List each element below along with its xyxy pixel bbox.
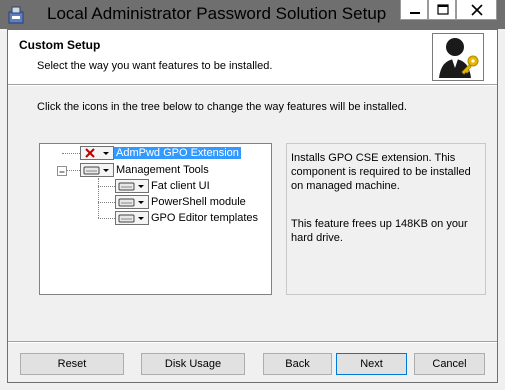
minimize-button[interactable] bbox=[400, 0, 428, 20]
tree-item-label: AdmPwd GPO Extension bbox=[114, 147, 241, 159]
tree-item-fat-client-ui[interactable]: Fat client UI bbox=[151, 179, 210, 193]
feature-state-dropdown[interactable] bbox=[80, 146, 114, 160]
drive-icon bbox=[118, 198, 144, 207]
dropdown-arrow-icon bbox=[103, 152, 109, 155]
tree-connector bbox=[66, 170, 80, 171]
feature-state-dropdown[interactable] bbox=[80, 163, 114, 177]
feature-disk-space: This feature frees up 148KB on your hard… bbox=[291, 218, 468, 244]
back-button[interactable]: Back bbox=[263, 353, 332, 375]
feature-state-dropdown[interactable] bbox=[115, 211, 149, 225]
feature-state-dropdown[interactable] bbox=[115, 195, 149, 209]
next-button[interactable]: Next bbox=[336, 353, 407, 375]
tree-connector bbox=[98, 186, 115, 187]
tree-connector bbox=[98, 202, 115, 203]
tree-item-management-tools[interactable]: Management Tools bbox=[116, 163, 209, 177]
feature-description: Installs GPO CSE extension. This compone… bbox=[291, 152, 471, 192]
admin-key-logo bbox=[432, 33, 484, 81]
maximize-icon bbox=[437, 4, 449, 15]
close-button[interactable] bbox=[456, 0, 497, 20]
reset-button[interactable]: Reset bbox=[20, 353, 124, 375]
instructions-text: Click the icons in the tree below to cha… bbox=[37, 101, 407, 113]
minimize-icon bbox=[410, 12, 420, 14]
admin-key-icon bbox=[439, 38, 479, 78]
tree-item-powershell-module[interactable]: PowerShell module bbox=[151, 195, 246, 209]
page-title: Custom Setup bbox=[19, 38, 101, 52]
collapse-toggle[interactable] bbox=[57, 166, 67, 176]
tree-connector bbox=[98, 218, 115, 219]
drive-icon bbox=[118, 214, 144, 223]
button-divider bbox=[8, 341, 497, 343]
cancel-button[interactable]: Cancel bbox=[414, 353, 485, 375]
feature-state-dropdown[interactable] bbox=[115, 179, 149, 193]
tree-connector bbox=[98, 178, 99, 218]
tree-item-admpwd-gpo-extension[interactable]: AdmPwd GPO Extension bbox=[114, 146, 241, 160]
tree-connector bbox=[62, 153, 80, 154]
drive-icon bbox=[83, 166, 109, 175]
drive-icon bbox=[118, 182, 144, 191]
disk-usage-button[interactable]: Disk Usage bbox=[141, 353, 245, 375]
close-icon bbox=[471, 4, 483, 16]
banner-divider bbox=[8, 84, 497, 86]
cross-icon bbox=[85, 148, 109, 158]
installer-app-icon bbox=[8, 6, 24, 24]
tree-item-gpo-editor-templates[interactable]: GPO Editor templates bbox=[151, 211, 258, 225]
page-subtitle: Select the way you want features to be i… bbox=[37, 60, 273, 72]
maximize-button[interactable] bbox=[428, 0, 456, 20]
minus-icon bbox=[59, 171, 65, 173]
window-title: Local Administrator Password Solution Se… bbox=[47, 4, 387, 23]
